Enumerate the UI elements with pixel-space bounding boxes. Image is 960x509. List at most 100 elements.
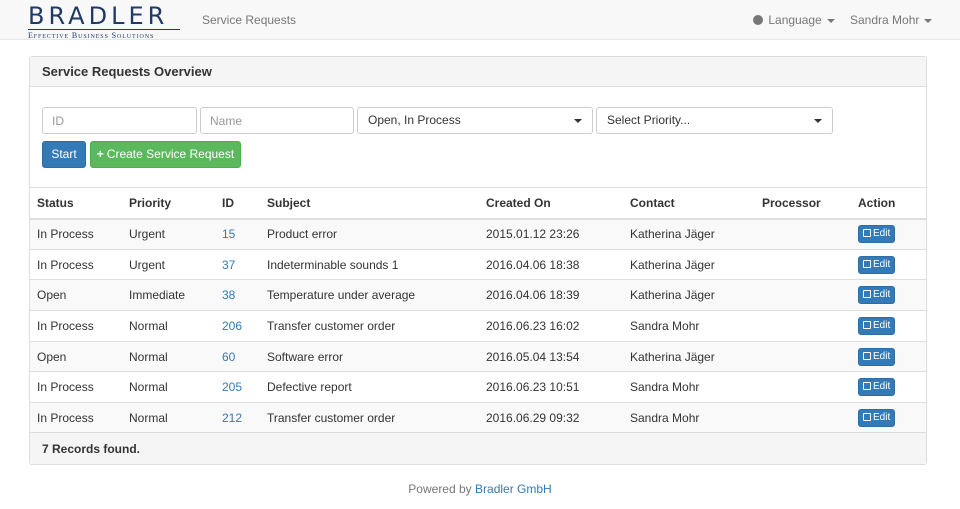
header-processor[interactable]: Processor (755, 187, 851, 220)
request-id-link[interactable]: 15 (222, 227, 235, 241)
priority-cell: Normal (122, 340, 215, 372)
create-button-label: Create Service Request (106, 147, 235, 161)
id-cell: 38 (215, 279, 260, 311)
create-service-request-button[interactable]: + Create Service Request (90, 141, 241, 168)
table-row: Open Immediate 38 Temperature under average… (30, 279, 926, 311)
priority-cell: Urgent (122, 248, 215, 280)
status-cell: In Process (30, 402, 122, 434)
status-cell-text: In Process (37, 227, 94, 242)
id-cell: 15 (215, 218, 260, 250)
edit-icon (863, 413, 871, 422)
request-id-link[interactable]: 212 (222, 411, 242, 425)
action-cell: Edit (851, 310, 926, 342)
id-filter-input[interactable] (42, 107, 197, 134)
priority-cell: Normal (122, 371, 215, 403)
name-filter-input[interactable] (200, 107, 354, 134)
edit-icon (863, 229, 871, 238)
table-row: Open Normal 60 Software error 2016.05.04 13:… (30, 340, 926, 372)
contact-cell-text: Katherina Jäger (630, 288, 715, 303)
created-on-cell: 2016.06.29 09:32 (479, 402, 623, 434)
header-contact[interactable]: Contact (623, 187, 755, 220)
status-cell: Open (30, 279, 122, 311)
caret-down-icon (924, 18, 933, 23)
start-button[interactable]: Start (42, 141, 86, 168)
footer-prefix: Powered by (408, 482, 472, 496)
globe-icon (753, 15, 763, 25)
priority-cell: Urgent (122, 218, 215, 250)
id-cell: 205 (215, 371, 260, 403)
edit-button[interactable]: Edit (858, 286, 896, 305)
subject-cell: Transfer customer order (260, 402, 479, 434)
created-on-cell: 2016.05.04 13:54 (479, 340, 623, 372)
request-id-link[interactable]: 205 (222, 380, 242, 394)
table-row: In Process Urgent 15 Product error 2015.01.1… (30, 218, 926, 250)
request-id-link[interactable]: 37 (222, 258, 235, 272)
language-dropdown[interactable]: Language (753, 0, 835, 40)
created-on-cell-text: 2016.06.23 10:51 (486, 380, 580, 395)
subject-cell: Temperature under average (260, 279, 479, 311)
service-requests-table: Status Priority ID Subject Created On Co… (30, 187, 926, 434)
top-navbar: BRADLER Effective Business Solutions Ser… (0, 0, 960, 40)
status-cell-text: Open (37, 349, 67, 364)
priority-select-value: Select Priority... (607, 113, 691, 127)
footer-company-link[interactable]: Bradler GmbH (475, 482, 552, 496)
brand-tagline: Effective Business Solutions (28, 29, 180, 40)
edit-icon (863, 382, 871, 391)
edit-button-label: Edit (873, 319, 891, 331)
created-on-cell: 2016.06.23 16:02 (479, 310, 623, 342)
priority-cell-text: Urgent (129, 227, 166, 242)
header-action: Action (851, 187, 926, 220)
edit-button[interactable]: Edit (858, 409, 896, 428)
id-cell: 37 (215, 248, 260, 280)
edit-button[interactable]: Edit (858, 255, 896, 274)
edit-icon (863, 351, 871, 360)
user-name: Sandra Mohr (850, 13, 920, 27)
priority-cell: Normal (122, 310, 215, 342)
subject-cell-text: Defective report (267, 380, 352, 395)
header-created-on[interactable]: Created On (479, 187, 623, 220)
status-cell: In Process (30, 371, 122, 403)
brand-logo[interactable]: BRADLER Effective Business Solutions (28, 3, 180, 40)
status-cell-text: In Process (37, 380, 94, 395)
nav-service-requests[interactable]: Service Requests (202, 0, 296, 40)
header-subject[interactable]: Subject (260, 187, 479, 220)
priority-cell: Normal (122, 402, 215, 434)
edit-button[interactable]: Edit (858, 225, 896, 244)
user-dropdown[interactable]: Sandra Mohr (850, 0, 933, 40)
id-cell: 206 (215, 310, 260, 342)
request-id-link[interactable]: 38 (222, 288, 235, 302)
table-header-row: Status Priority ID Subject Created On Co… (30, 187, 926, 220)
contact-cell-text: Sandra Mohr (630, 380, 700, 395)
processor-cell (755, 371, 851, 403)
status-select[interactable]: Open, In Process (357, 107, 593, 134)
header-id[interactable]: ID (215, 187, 260, 220)
action-cell: Edit (851, 371, 926, 403)
table-row: In Process Normal 205 Defective report 2016.… (30, 371, 926, 403)
contact-cell: Katherina Jäger (623, 340, 755, 372)
request-id-link[interactable]: 206 (222, 319, 242, 333)
subject-cell-text: Transfer customer order (267, 318, 396, 333)
edit-button[interactable]: Edit (858, 347, 896, 366)
priority-cell-text: Urgent (129, 257, 166, 272)
subject-cell: Software error (260, 340, 479, 372)
caret-down-icon (814, 119, 822, 123)
priority-cell-text: Immediate (129, 288, 186, 303)
edit-button[interactable]: Edit (858, 316, 896, 335)
edit-icon (863, 320, 871, 329)
header-priority[interactable]: Priority (122, 187, 215, 220)
subject-cell-text: Indeterminable sounds 1 (267, 257, 399, 272)
contact-cell-text: Sandra Mohr (630, 411, 700, 426)
edit-button-label: Edit (873, 228, 891, 240)
edit-button[interactable]: Edit (858, 378, 896, 397)
status-cell: In Process (30, 310, 122, 342)
priority-cell-text: Normal (129, 349, 168, 364)
subject-cell-text: Temperature under average (267, 288, 416, 303)
caret-down-icon (826, 18, 835, 23)
created-on-cell-text: 2016.06.23 16:02 (486, 318, 580, 333)
request-id-link[interactable]: 60 (222, 350, 235, 364)
edit-icon (863, 290, 871, 299)
action-cell: Edit (851, 402, 926, 434)
processor-cell (755, 218, 851, 250)
priority-select[interactable]: Select Priority... (596, 107, 833, 134)
header-status[interactable]: Status (30, 187, 122, 220)
